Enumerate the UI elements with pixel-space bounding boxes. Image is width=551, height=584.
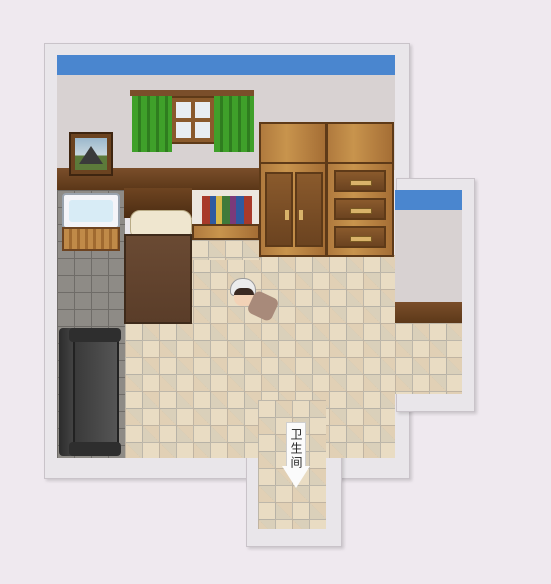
floor-right (395, 323, 462, 394)
wall-baseboard-right (395, 302, 462, 324)
sofa[interactable] (59, 328, 121, 456)
player-character[interactable] (226, 276, 280, 324)
wardrobe[interactable] (259, 122, 327, 257)
wall-painting[interactable] (69, 132, 113, 176)
desk-top (192, 224, 260, 240)
wall-top-band-right (395, 190, 462, 210)
wardrobe-body (259, 162, 327, 257)
dresser-body (326, 162, 394, 257)
wall-top-band (57, 55, 395, 75)
books (202, 196, 252, 224)
mountain-painting-icon (75, 138, 107, 170)
bookshelf-desk[interactable] (192, 190, 260, 244)
curtain-left (132, 96, 172, 152)
right-wall (395, 210, 462, 302)
window-frame (170, 96, 216, 144)
window (130, 90, 254, 154)
dresser[interactable] (326, 122, 394, 257)
curtain-right (214, 96, 254, 152)
game-map: 卫生间 (0, 0, 551, 584)
dresser-top (326, 122, 394, 164)
bed-blanket (124, 234, 192, 324)
exit-arrow[interactable]: 卫生间 (282, 422, 310, 492)
bathtub[interactable] (62, 193, 120, 253)
wardrobe-top (259, 122, 327, 164)
bed[interactable] (124, 188, 192, 325)
exit-sign-label: 卫生间 (289, 428, 303, 470)
